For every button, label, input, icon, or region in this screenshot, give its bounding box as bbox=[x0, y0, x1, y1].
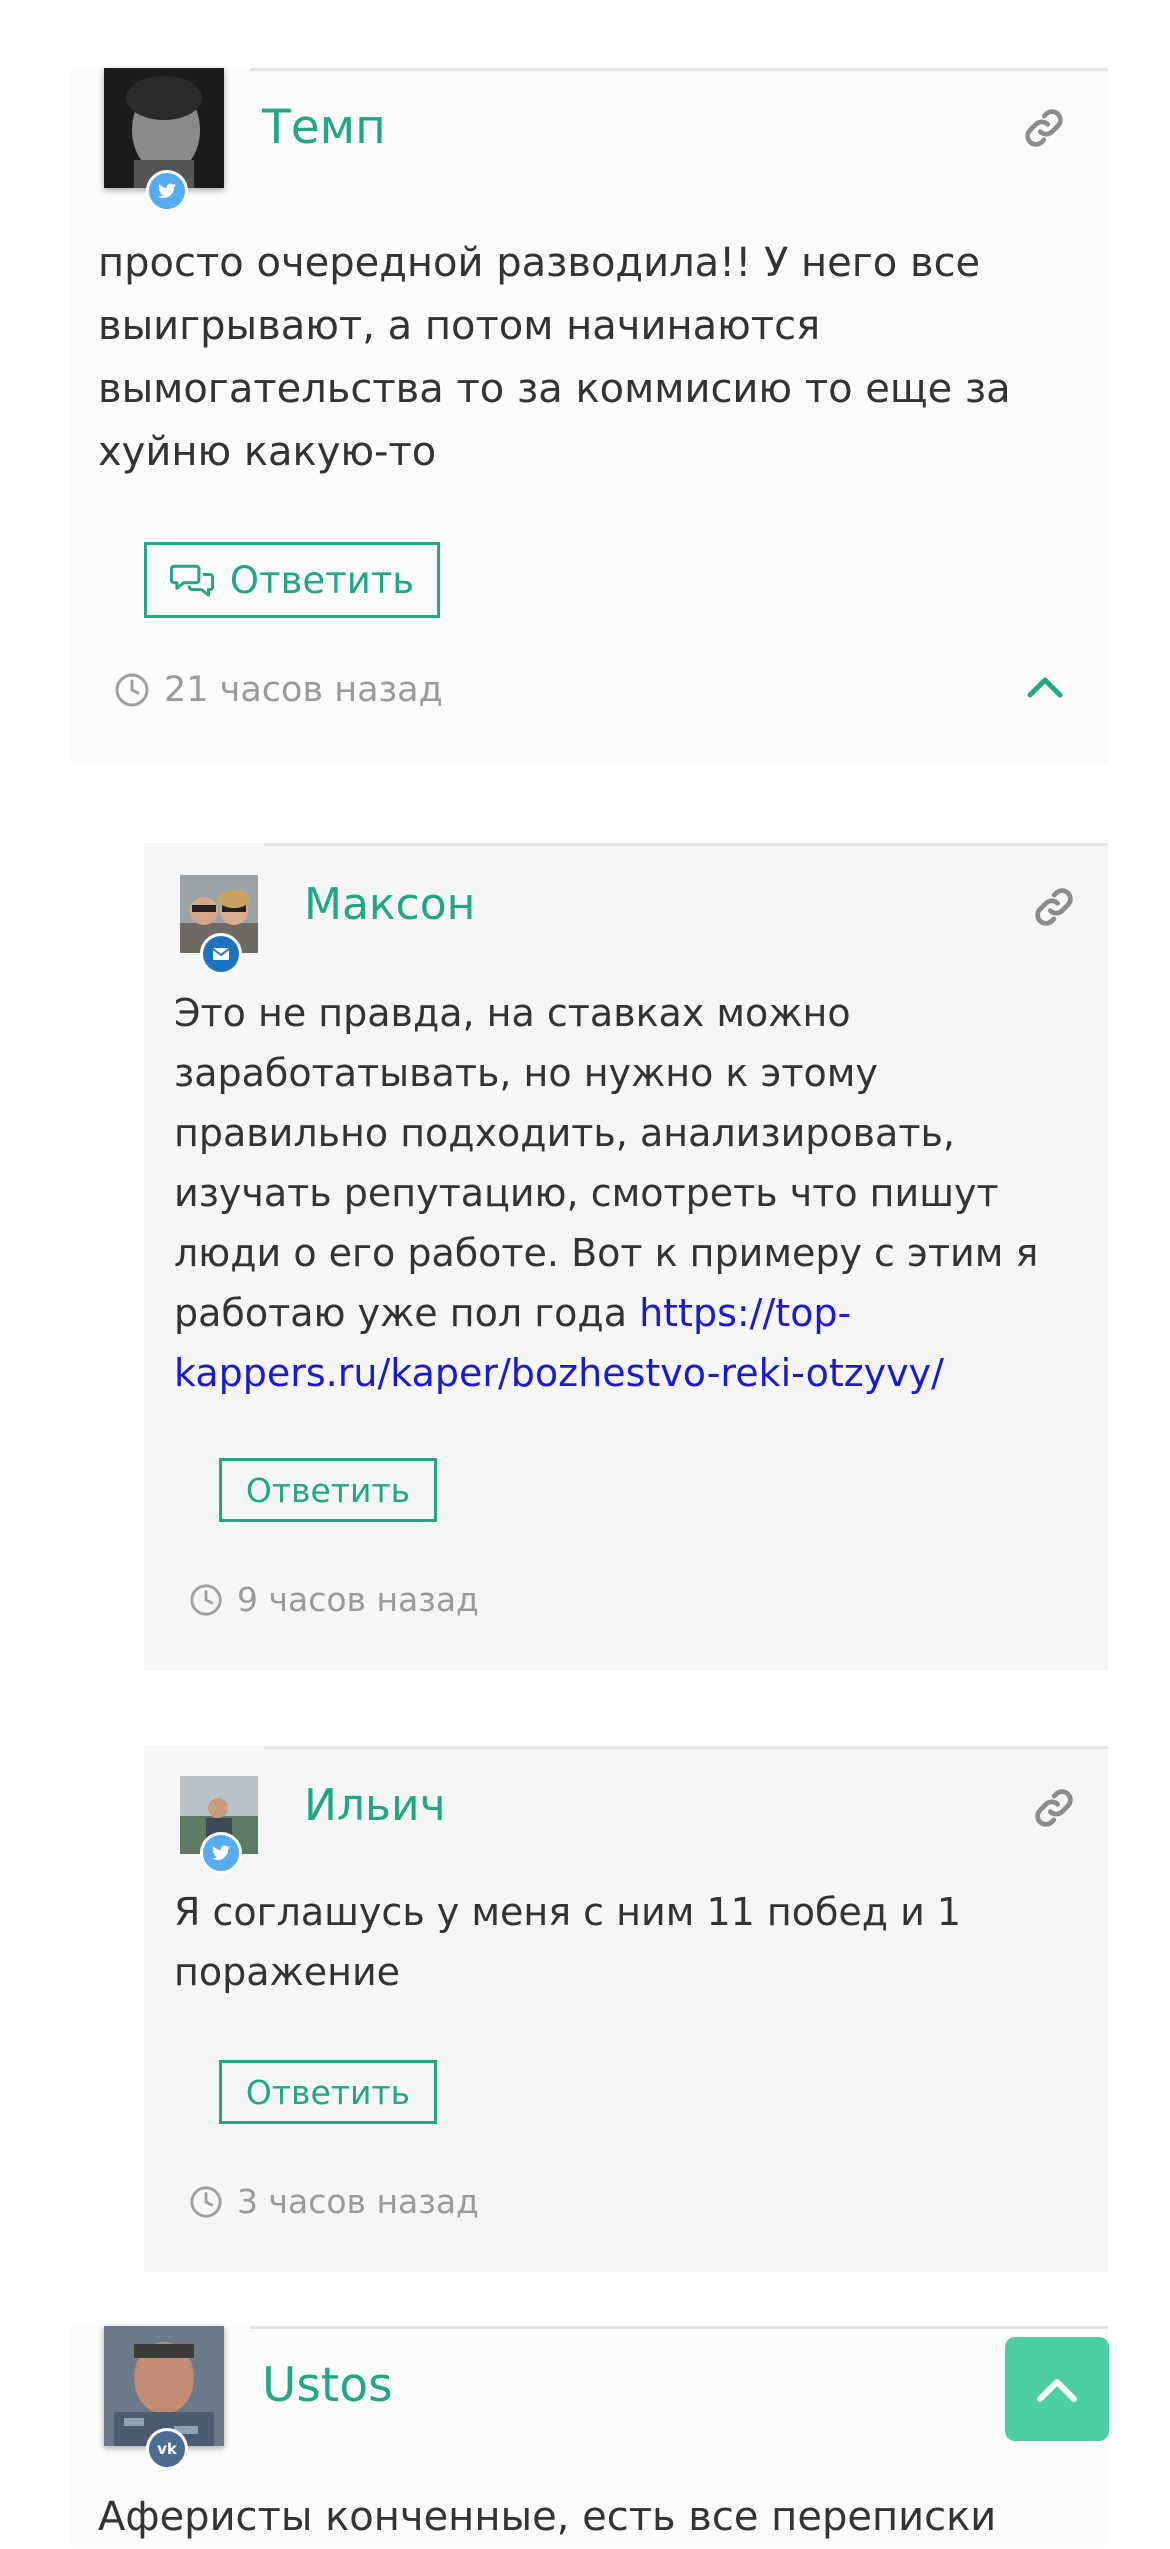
link-icon[interactable] bbox=[1032, 1786, 1076, 1830]
chevron-up-icon[interactable] bbox=[1025, 672, 1065, 704]
clock-icon bbox=[115, 673, 149, 707]
reply-button[interactable]: Ответить bbox=[144, 542, 440, 618]
link-icon[interactable] bbox=[1022, 106, 1066, 150]
time-label: 3 часов назад bbox=[237, 2182, 479, 2221]
comment-ustos: vk Ustos Аферисты конченные, есть все пе… bbox=[70, 2326, 1108, 2546]
comment-text: Я соглашусь у меня с ним 11 побед и 1 по… bbox=[174, 1890, 962, 1994]
comment-text: Это не правда, на ставках можно заработа… bbox=[174, 983, 1094, 1403]
clock-icon bbox=[190, 2185, 222, 2218]
reply-label: Ответить bbox=[245, 1470, 411, 1510]
comment-divider bbox=[250, 68, 1108, 71]
twitter-icon bbox=[200, 1832, 242, 1874]
comment-time: 9 часов назад bbox=[189, 1580, 479, 1619]
comment-text-body: Это не правда, на ставках можно заработа… bbox=[174, 991, 1039, 1335]
comment-author[interactable]: Ильич bbox=[304, 1784, 446, 1828]
reply-button[interactable]: Ответить bbox=[219, 1458, 437, 1522]
comment-temp: Темп просто очередной разводила!! У него… bbox=[70, 68, 1108, 764]
email-icon bbox=[200, 933, 242, 975]
comment-time: 3 часов назад bbox=[189, 2182, 479, 2221]
clock-icon bbox=[190, 1583, 222, 1616]
reply-button[interactable]: Ответить bbox=[219, 2060, 437, 2124]
comment-divider bbox=[250, 2326, 1108, 2329]
comments-icon bbox=[169, 564, 214, 597]
reply-label: Ответить bbox=[245, 2072, 411, 2112]
scroll-to-top-button[interactable] bbox=[1005, 2337, 1109, 2441]
comment-time: 21 часов назад bbox=[114, 670, 443, 710]
comment-author[interactable]: Ustos bbox=[262, 2362, 393, 2409]
comment-text: просто очередной разводила!! У него все … bbox=[98, 240, 1011, 475]
comment-divider bbox=[264, 1746, 1108, 1749]
comment-ilich: Ильич Я соглашусь у меня с ним 11 побед … bbox=[144, 1746, 1108, 2272]
time-label: 9 часов назад bbox=[237, 1580, 479, 1619]
reply-label: Ответить bbox=[229, 558, 415, 602]
comment-text: Аферисты конченные, есть все переписки bbox=[98, 2494, 997, 2540]
comment-makson: Максон Это не правда, на ставках можно з… bbox=[144, 843, 1108, 1670]
comment-author[interactable]: Темп bbox=[262, 104, 386, 151]
twitter-icon bbox=[146, 170, 188, 212]
vk-icon: vk bbox=[146, 2428, 188, 2470]
arrow-up-icon bbox=[1037, 2379, 1077, 2402]
comment-author[interactable]: Максон bbox=[304, 883, 475, 927]
link-icon[interactable] bbox=[1032, 885, 1076, 929]
time-label: 21 часов назад bbox=[164, 670, 443, 710]
comment-divider bbox=[264, 843, 1108, 846]
